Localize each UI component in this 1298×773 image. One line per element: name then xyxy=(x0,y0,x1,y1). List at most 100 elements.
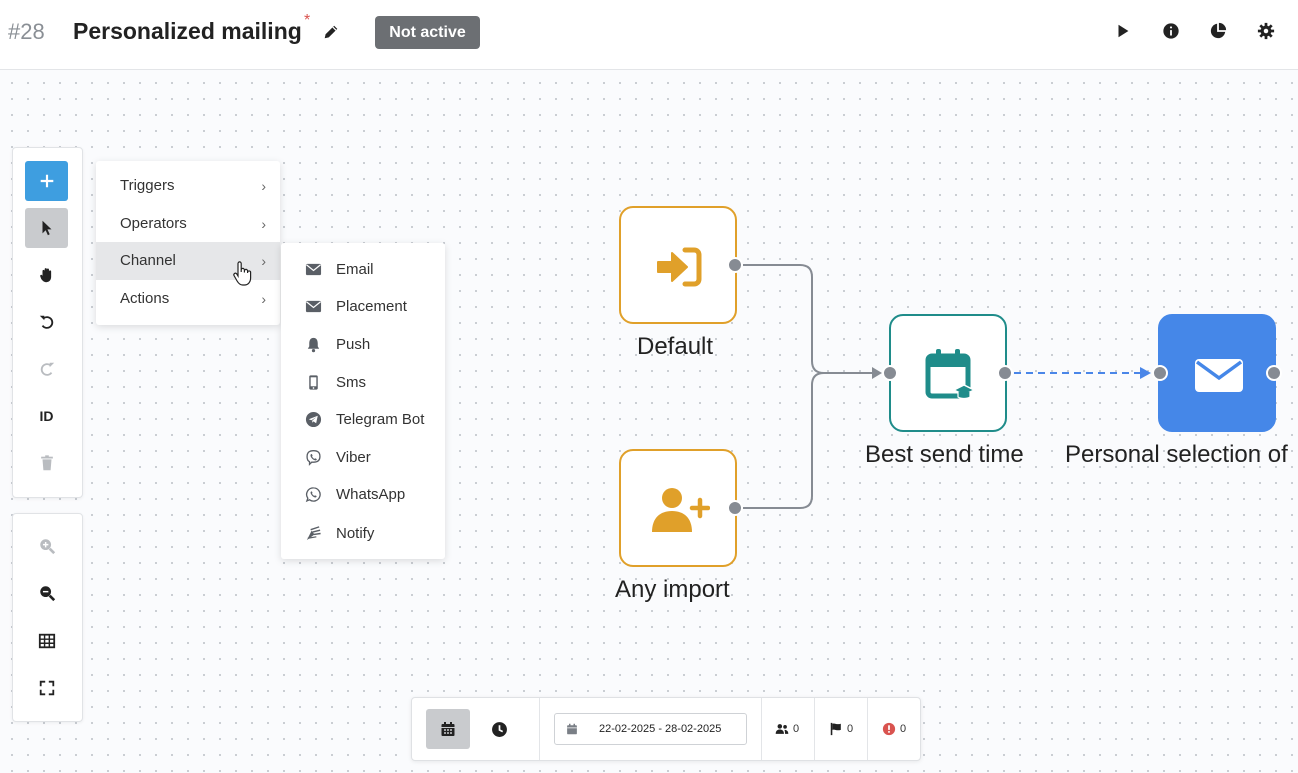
calendar-icon xyxy=(925,349,976,400)
select-tool-button[interactable] xyxy=(25,208,68,248)
undo-icon xyxy=(39,315,53,329)
menu-item-channel[interactable]: Channel › xyxy=(96,242,280,280)
users-count: 0 xyxy=(793,723,800,735)
divider xyxy=(761,698,762,760)
zoom-in-icon xyxy=(39,539,55,555)
menu-item-triggers[interactable]: Triggers › xyxy=(96,167,280,205)
flow-number: #28 xyxy=(8,19,45,44)
date-range-input[interactable]: 22-02-2025 - 28-02-2025 xyxy=(554,713,747,745)
menu-item-label: Channel xyxy=(120,252,176,269)
chart-pie-icon[interactable] xyxy=(1209,22,1227,40)
status-badge: Not active xyxy=(375,16,480,49)
zoom-out-button[interactable] xyxy=(25,573,68,613)
submenu-item-sms[interactable]: Sms xyxy=(281,364,445,401)
node-label-any-import: Any import xyxy=(615,576,730,603)
node-default[interactable] xyxy=(619,206,737,324)
time-mode-button[interactable] xyxy=(477,709,521,749)
cursor-icon xyxy=(42,220,51,236)
node-personal-selection[interactable] xyxy=(1158,314,1276,432)
submenu-item-viber[interactable]: Viber xyxy=(281,439,445,476)
telegram-icon xyxy=(305,411,322,428)
submenu-item-push[interactable]: Push xyxy=(281,326,445,363)
expand-icon xyxy=(39,680,54,696)
output-port[interactable] xyxy=(727,257,743,273)
fit-to-screen-button[interactable] xyxy=(25,668,68,708)
submenu-item-label: Sms xyxy=(336,374,366,391)
bell-icon xyxy=(307,337,320,353)
divider xyxy=(814,698,815,760)
hand-pointer-icon xyxy=(233,261,252,286)
date-mode-button[interactable] xyxy=(426,709,470,749)
submenu-item-label: Placement xyxy=(336,298,407,315)
undo-button[interactable] xyxy=(25,302,68,342)
submenu-item-whatsapp[interactable]: WhatsApp xyxy=(281,476,445,513)
menu-item-label: Operators xyxy=(120,215,187,232)
submenu-item-label: Push xyxy=(336,336,371,353)
phone-icon xyxy=(309,375,318,390)
show-ids-button[interactable]: ID xyxy=(25,396,68,436)
view-toolbar xyxy=(12,513,83,722)
chevron-right-icon: › xyxy=(261,291,266,307)
submenu-item-label: Email xyxy=(336,261,374,278)
table-icon xyxy=(38,633,55,649)
notify-icon xyxy=(306,526,321,541)
channel-submenu: Email Placement Push Sms Telegram Bot Vi… xyxy=(281,243,445,559)
error-icon xyxy=(882,722,896,736)
edit-toolbar: ID xyxy=(12,147,83,498)
envelope-icon xyxy=(1195,359,1243,392)
envelope-icon xyxy=(305,300,322,313)
hand-icon xyxy=(39,268,51,283)
clock-icon xyxy=(491,721,507,737)
node-label-best-send-time: Best send time xyxy=(865,441,1024,468)
node-best-send-time[interactable] xyxy=(889,314,1007,432)
plus-icon xyxy=(40,174,53,188)
divider xyxy=(539,698,540,760)
submenu-item-telegram-bot[interactable]: Telegram Bot xyxy=(281,401,445,438)
gear-icon[interactable] xyxy=(1257,22,1275,40)
errors-count: 0 xyxy=(900,723,907,735)
submenu-item-label: Notify xyxy=(336,525,375,542)
menu-item-label: Triggers xyxy=(120,177,175,194)
sign-in-icon xyxy=(657,247,702,287)
submenu-item-label: Viber xyxy=(336,449,371,466)
submenu-item-email[interactable]: Email xyxy=(281,251,445,288)
flow-title[interactable]: Personalized mailing xyxy=(73,18,302,45)
pan-tool-button[interactable] xyxy=(25,255,68,295)
submenu-item-placement[interactable]: Placement xyxy=(281,288,445,325)
redo-button[interactable] xyxy=(25,349,68,389)
menu-item-actions[interactable]: Actions › xyxy=(96,280,280,318)
node-any-import[interactable] xyxy=(619,449,737,567)
play-icon[interactable] xyxy=(1114,22,1132,40)
date-range-value: 22-02-2025 - 28-02-2025 xyxy=(599,723,722,735)
header: #28 Personalized mailing * Not active xyxy=(0,0,1298,70)
trash-icon xyxy=(40,455,53,471)
info-icon[interactable] xyxy=(1162,22,1180,40)
output-port[interactable] xyxy=(997,365,1013,381)
whatsapp-icon xyxy=(305,487,321,503)
viber-icon xyxy=(306,450,321,466)
input-port[interactable] xyxy=(1152,365,1168,381)
node-label-default: Default xyxy=(637,333,714,360)
envelope-icon xyxy=(305,263,322,276)
output-port[interactable] xyxy=(1266,365,1282,381)
flag-icon xyxy=(830,722,841,736)
pencil-icon[interactable] xyxy=(322,23,340,41)
grid-button[interactable] xyxy=(25,621,68,661)
add-button[interactable] xyxy=(25,161,68,201)
chevron-right-icon: › xyxy=(261,216,266,232)
input-port[interactable] xyxy=(882,365,898,381)
chevron-right-icon: › xyxy=(261,178,266,194)
add-menu: Triggers › Operators › Channel › Actions… xyxy=(96,161,280,325)
submenu-item-notify[interactable]: Notify xyxy=(281,515,445,552)
delete-button[interactable] xyxy=(25,443,68,483)
calendar-icon xyxy=(567,723,577,735)
submenu-item-label: WhatsApp xyxy=(336,486,406,503)
redo-icon xyxy=(40,362,54,376)
user-plus-icon xyxy=(652,488,710,532)
zoom-in-button[interactable] xyxy=(25,526,68,566)
node-label-personal-selection: Personal selection of xyxy=(1065,441,1288,468)
output-port[interactable] xyxy=(727,500,743,516)
calendar-icon xyxy=(441,722,455,736)
menu-item-operators[interactable]: Operators › xyxy=(96,205,280,243)
divider xyxy=(867,698,868,760)
